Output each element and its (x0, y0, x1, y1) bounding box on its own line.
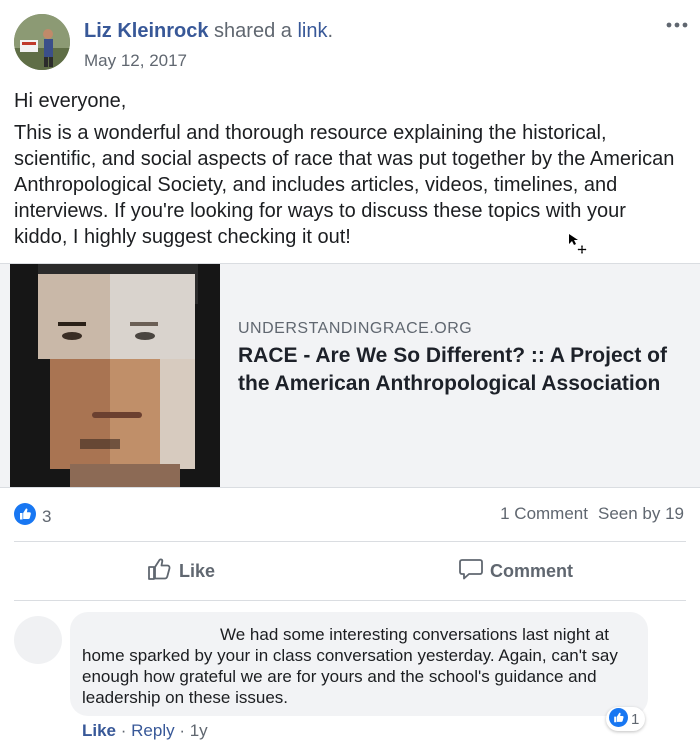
seen-by[interactable]: Seen by 19 (598, 504, 684, 523)
thumbs-up-icon (609, 707, 628, 731)
action-end: . (327, 20, 334, 42)
link-preview-card[interactable]: UNDERSTANDINGRACE.ORG RACE - Are We So D… (0, 263, 700, 488)
separator: · (174, 721, 190, 740)
reaction-summary[interactable]: 3 (14, 503, 51, 530)
divider-top (14, 541, 686, 542)
author-avatar[interactable] (14, 14, 70, 70)
comment-reaction-badge[interactable]: 1 (606, 707, 646, 731)
comment-button[interactable]: Comment (458, 556, 573, 586)
action-text: shared a (208, 20, 298, 42)
comment-count[interactable]: 1 Comment (500, 504, 588, 523)
post-body: This is a wonderful and thorough resourc… (14, 122, 675, 248)
author-name[interactable]: Liz Kleinrock (84, 20, 208, 42)
like-icon (147, 557, 179, 586)
mouse-cursor-icon (568, 233, 590, 260)
link-title[interactable]: RACE - Are We So Different? :: A Project… (238, 342, 688, 398)
link-preview-image[interactable] (10, 264, 220, 487)
thumbs-up-icon (14, 503, 36, 530)
comment-reply-link[interactable]: Reply (131, 721, 174, 740)
post-stats: 1 Comment Seen by 19 (500, 504, 684, 524)
separator: · (116, 721, 132, 740)
link-domain: UNDERSTANDINGRACE.ORG (238, 320, 473, 337)
commenter-avatar[interactable] (14, 616, 62, 664)
shared-link-word[interactable]: link (297, 20, 327, 42)
reaction-count: 3 (42, 506, 52, 526)
like-label: Like (179, 560, 216, 581)
post-header-line: Liz Kleinrock shared a link. (84, 20, 333, 43)
post-greeting: Hi everyone, (14, 90, 127, 112)
comment-age[interactable]: 1y (190, 721, 208, 740)
comment-bubble: We had some interesting conversations la… (70, 612, 648, 716)
comment-icon (458, 557, 490, 586)
comment-actions: Like · Reply · 1y (82, 721, 208, 741)
comment-like-link[interactable]: Like (82, 721, 116, 740)
divider-bottom (14, 600, 686, 601)
ellipsis-icon[interactable] (666, 16, 688, 28)
comment-text: We had some interesting conversations la… (82, 625, 618, 707)
comment-reaction-count: 1 (631, 710, 640, 728)
like-button[interactable]: Like (147, 556, 215, 586)
post-date[interactable]: May 12, 2017 (84, 51, 187, 71)
comment-label: Comment (490, 560, 574, 581)
